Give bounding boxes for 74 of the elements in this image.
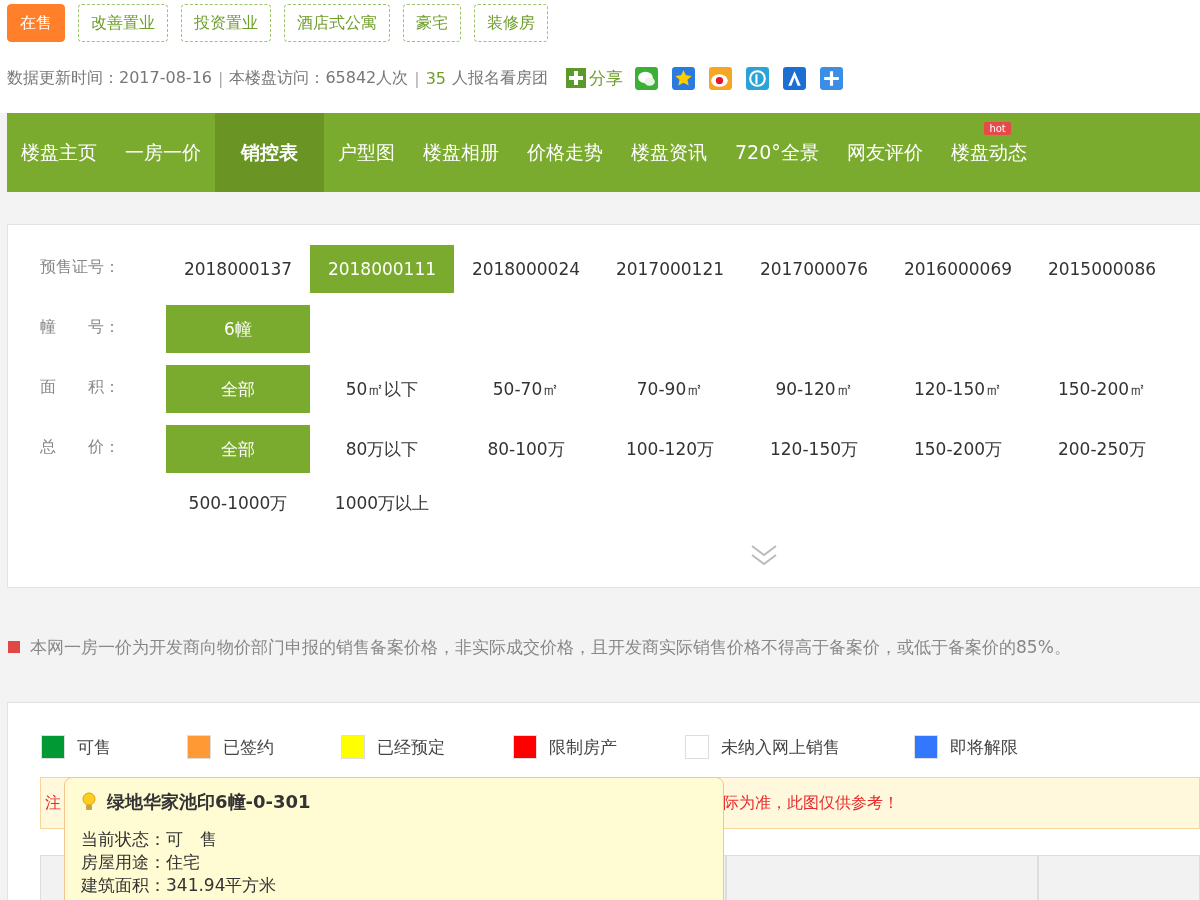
filter-label: 总 价：	[39, 436, 121, 458]
tooltip-title: 绿地华家池印6幢-0-301	[107, 790, 311, 814]
warning-text: 际为准，此图仅供参考！	[723, 792, 899, 814]
filter-option[interactable]: 2017000121	[598, 245, 742, 293]
filter-option[interactable]: 100-120万	[598, 425, 742, 473]
person-icon[interactable]	[783, 66, 807, 90]
filter-option[interactable]: 2018000024	[454, 245, 598, 293]
filter-option[interactable]: 80万以下	[310, 425, 454, 473]
filter-option[interactable]: 80-100万	[454, 425, 598, 473]
filter-option[interactable]: 2018000111	[310, 245, 454, 293]
nav-tab[interactable]: 楼盘相册	[409, 137, 513, 168]
filter-option[interactable]: 150-200㎡	[1030, 365, 1174, 413]
tag[interactable]: 在售	[7, 4, 65, 42]
update-time: 数据更新时间：2017-08-16	[7, 67, 212, 89]
filter-label: 面 积：	[39, 376, 121, 398]
separator: |	[218, 68, 224, 88]
tag[interactable]: 改善置业	[78, 4, 168, 42]
tooltip-line: 建筑面积：341.94平方米	[81, 874, 278, 897]
nav-tab[interactable]: 楼盘主页	[7, 137, 111, 168]
filter-label: 预售证号：	[39, 256, 121, 278]
filter-option[interactable]: 2016000069	[886, 245, 1030, 293]
share-link[interactable]: 分享	[589, 66, 624, 90]
filter-option[interactable]: 70-90㎡	[598, 365, 742, 413]
filter-option[interactable]: 全部	[166, 365, 310, 413]
filter-option[interactable]: 150-200万	[886, 425, 1030, 473]
filter-option[interactable]: 50㎡以下	[310, 365, 454, 413]
filter-option[interactable]: 90-120㎡	[742, 365, 886, 413]
plus-icon[interactable]	[566, 68, 587, 88]
warning-text: 注	[45, 792, 61, 814]
tooltip-line: 当前状态：可 售	[81, 828, 218, 851]
filter-option[interactable]: 50-70㎡	[454, 365, 598, 413]
filter-option[interactable]: 6幢	[166, 305, 310, 353]
tag[interactable]: 投资置业	[181, 4, 271, 42]
legend-label: 已经预定	[377, 735, 445, 759]
nav-tab[interactable]: 销控表	[215, 113, 324, 192]
filter-option[interactable]: 2018000137	[166, 245, 310, 293]
legend-label: 限制房产	[549, 735, 617, 759]
signup-count: 35	[425, 68, 447, 88]
legend-label: 即将解限	[950, 735, 1018, 759]
filter-option[interactable]: 120-150万	[742, 425, 886, 473]
hot-badge: hot	[984, 122, 1011, 135]
filter-label: 幢 号：	[39, 316, 121, 338]
double-chevron-icon[interactable]	[750, 543, 778, 567]
legend-label: 未纳入网上销售	[721, 735, 840, 759]
tag[interactable]: 装修房	[474, 4, 548, 42]
nav-tab[interactable]: 一房一价	[111, 137, 215, 168]
filter-option[interactable]: 2015000086	[1030, 245, 1174, 293]
tooltip-line: 房屋用途：住宅	[81, 851, 201, 874]
filter-option[interactable]: 2017000076	[742, 245, 886, 293]
nav-tab[interactable]: 720°全景	[721, 137, 833, 168]
tag[interactable]: 豪宅	[403, 4, 461, 42]
legend-label: 已签约	[223, 735, 274, 759]
lightbulb-icon	[81, 792, 97, 812]
nav-tab[interactable]: 网友评价	[832, 137, 937, 168]
separator: |	[414, 68, 420, 88]
filter-option[interactable]: 200-250万	[1030, 425, 1174, 473]
filter-option[interactable]: 全部	[166, 425, 310, 473]
filter-option[interactable]: 500-1000万	[166, 473, 310, 513]
nav-tab[interactable]: 楼盘资讯	[617, 137, 721, 168]
bullet-square-icon	[8, 641, 20, 653]
signup-text: 人报名看房团	[452, 67, 549, 89]
price-notice: 本网一房一价为开发商向物价部门申报的销售备案价格，非实际成交价格，且开发商实际销售价格不得高于备案价，或低于备案价的85%。	[30, 635, 1071, 659]
plus-icon[interactable]	[820, 66, 844, 90]
chat-bubble-icon[interactable]	[635, 66, 659, 90]
tag[interactable]: 酒店式公寓	[284, 4, 390, 42]
nav-tab[interactable]: 价格走势	[513, 137, 617, 168]
nav-tab[interactable]: 楼盘动态	[936, 137, 1041, 168]
eye-icon[interactable]	[709, 66, 733, 90]
legend-label: 可售	[77, 735, 111, 759]
visit-count: 本楼盘访问：65842人次	[229, 67, 409, 89]
filter-option[interactable]: 120-150㎡	[886, 365, 1030, 413]
nav-tab[interactable]: 户型图	[324, 137, 409, 168]
filter-option[interactable]: 1000万以上	[310, 473, 454, 513]
p-letter-icon[interactable]	[746, 66, 770, 90]
